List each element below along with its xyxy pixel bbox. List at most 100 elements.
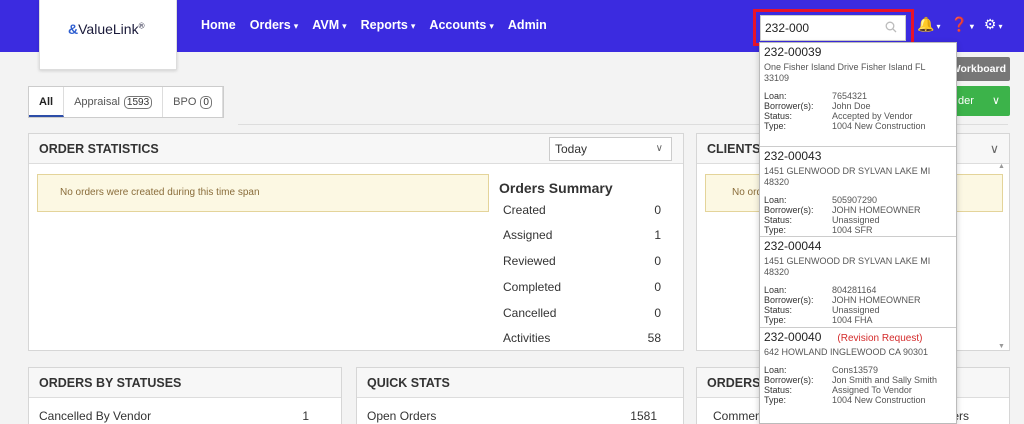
gear-icon[interactable]: ⚙ ▾ (984, 16, 1003, 33)
workboard-button[interactable]: Workboard (950, 57, 1010, 81)
loan-value: 804281164 (832, 285, 877, 295)
logo-registered: ® (138, 21, 145, 31)
order-number: 232-00044 (764, 239, 822, 253)
logo-container[interactable]: &ValueLink® (39, 0, 177, 70)
nav-label: AVM (312, 18, 340, 32)
summary-row-completed: Completed 0 (503, 280, 661, 298)
summary-value: 0 (654, 254, 661, 268)
chevron-down-icon: ▾ (293, 21, 299, 31)
chevron-down-icon: ▾ (410, 21, 416, 31)
bell-icon[interactable]: 🔔 ▾ (917, 16, 940, 33)
type-label: Type: (764, 315, 787, 325)
nav-avm[interactable]: AVM ▾ (312, 18, 346, 32)
type-label: Type: (764, 121, 787, 131)
status-label: Status: (764, 111, 793, 121)
borrower-label: Borrower(s): (764, 375, 814, 385)
borrower-value: John Doe (832, 101, 871, 111)
borrower-value: Jon Smith and Sally Smith (832, 375, 938, 385)
order-address: 1451 GLENWOOD DR SYLVAN LAKE MI 48320 (764, 166, 931, 187)
quick-stat-row[interactable]: Open Orders 1581 (367, 409, 667, 423)
quick-stats-panel: QUICK STATS Open Orders 1581 (356, 367, 684, 424)
no-orders-alert: No orders were created during this time … (37, 174, 489, 212)
logo-mark: & (68, 21, 79, 37)
status-label: Status: (764, 215, 793, 225)
tab-all[interactable]: All (29, 87, 65, 117)
status-label: Cancelled By Vendor (39, 409, 152, 423)
panel-title: CLIENTS (707, 142, 761, 156)
summary-row-assigned: Assigned 1 (503, 228, 661, 246)
loan-label: Loan: (764, 91, 787, 101)
status-label: Status: (764, 385, 793, 395)
loan-value: 505907290 (832, 195, 878, 205)
summary-row-activities: Activities 58 (503, 331, 661, 349)
orders-summary-title: Orders Summary (499, 180, 613, 196)
chevron-down-icon: ▾ (342, 21, 347, 31)
search-results-dropdown: 232-00039 One Fisher Island Drive Fisher… (759, 42, 957, 424)
summary-value: 0 (654, 203, 661, 217)
type-value: 1004 New Construction (832, 121, 926, 131)
loan-value: Cons13579 (832, 365, 879, 375)
summary-label: Cancelled (503, 306, 557, 320)
chevron-down-icon: ∨ (991, 95, 1000, 107)
help-icon[interactable]: ❓ ▾ (950, 16, 973, 33)
new-order-label: der (958, 95, 974, 107)
type-label: Type: (764, 225, 787, 235)
search-input[interactable] (761, 16, 881, 40)
borrower-label: Borrower(s): (764, 295, 814, 305)
order-statistics-header: ORDER STATISTICS Today ∨ (29, 134, 683, 164)
clients-scrollbar[interactable]: ▲ ▼ (996, 163, 1008, 350)
scroll-up-icon[interactable]: ▲ (998, 163, 1005, 170)
tab-bpo[interactable]: BPO 0 (163, 87, 223, 117)
chevron-down-icon: ▾ (489, 21, 494, 31)
search-result-item[interactable]: 232-00040 (Revision Request) 642 HOWLAND … (760, 328, 956, 423)
loan-value: 7654321 (832, 91, 868, 101)
revision-flag: (Revision Request) (837, 333, 923, 344)
borrower-value: JOHN HOMEOWNER (832, 295, 921, 305)
nav-reports[interactable]: Reports ▾ (361, 18, 416, 32)
order-address: 1451 GLENWOOD DR SYLVAN LAKE MI 48320 (764, 256, 931, 277)
nav-accounts[interactable]: Accounts ▾ (429, 18, 493, 32)
select-value: Today (555, 142, 588, 156)
borrower-label: Borrower(s): (764, 205, 814, 215)
nav-label: Orders (249, 18, 291, 32)
valuelink-logo[interactable]: &ValueLink® (68, 21, 144, 37)
scroll-down-icon[interactable]: ▼ (998, 343, 1005, 350)
order-number: 232-00039 (764, 45, 822, 59)
status-value: Unassigned (832, 215, 880, 225)
tab-count-badge: 1593 (123, 96, 153, 109)
panel-title: ORDER STATISTICS (39, 142, 159, 156)
chevron-down-icon: ∨ (655, 143, 663, 154)
quick-stat-label: Open Orders (367, 409, 437, 423)
main-nav: Home Orders ▾ AVM ▾ Reports ▾ Accounts ▾ Adm… (201, 18, 561, 32)
search-result-item[interactable]: 232-00044 1451 GLENWOOD DR SYLVAN LAKE M… (760, 237, 956, 328)
orders-by-statuses-panel: ORDERS BY STATUSES Cancelled By Vendor 1 (28, 367, 342, 424)
nav-label: Admin (507, 18, 547, 32)
tab-count-badge: 0 (200, 96, 212, 109)
new-order-button[interactable]: der ∨ (950, 86, 1010, 116)
search-container (760, 15, 906, 41)
status-value: Accepted by Vendor (832, 111, 913, 121)
nav-orders[interactable]: Orders ▾ (250, 18, 299, 32)
quick-stat-value: 1581 (630, 409, 657, 423)
chevron-down-icon[interactable]: ∨ (990, 134, 999, 164)
time-range-select[interactable]: Today ∨ (549, 137, 672, 161)
nav-admin[interactable]: Admin (508, 18, 547, 32)
status-row[interactable]: Cancelled By Vendor 1 (39, 409, 329, 423)
type-value: 1004 SFR (832, 225, 873, 235)
nav-label: Accounts (429, 18, 487, 32)
logo-text: ValueLink (78, 21, 139, 37)
summary-row-cancelled: Cancelled 0 (503, 306, 661, 324)
type-label: Type: (764, 395, 787, 405)
summary-label: Assigned (503, 228, 553, 242)
summary-label: Reviewed (503, 254, 556, 268)
summary-label: Activities (503, 331, 551, 345)
order-statistics-panel: ORDER STATISTICS Today ∨ No orders were … (28, 133, 684, 351)
loan-label: Loan: (764, 285, 787, 295)
nav-home[interactable]: Home (201, 18, 236, 32)
search-result-item[interactable]: 232-00039 One Fisher Island Drive Fisher… (760, 43, 956, 147)
tab-appraisal[interactable]: Appraisal 1593 (64, 87, 164, 117)
summary-row-reviewed: Reviewed 0 (503, 254, 661, 272)
search-result-item[interactable]: 232-00043 1451 GLENWOOD DR SYLVAN LAKE M… (760, 147, 956, 237)
summary-value: 0 (654, 280, 661, 294)
search-icon[interactable] (885, 21, 897, 33)
